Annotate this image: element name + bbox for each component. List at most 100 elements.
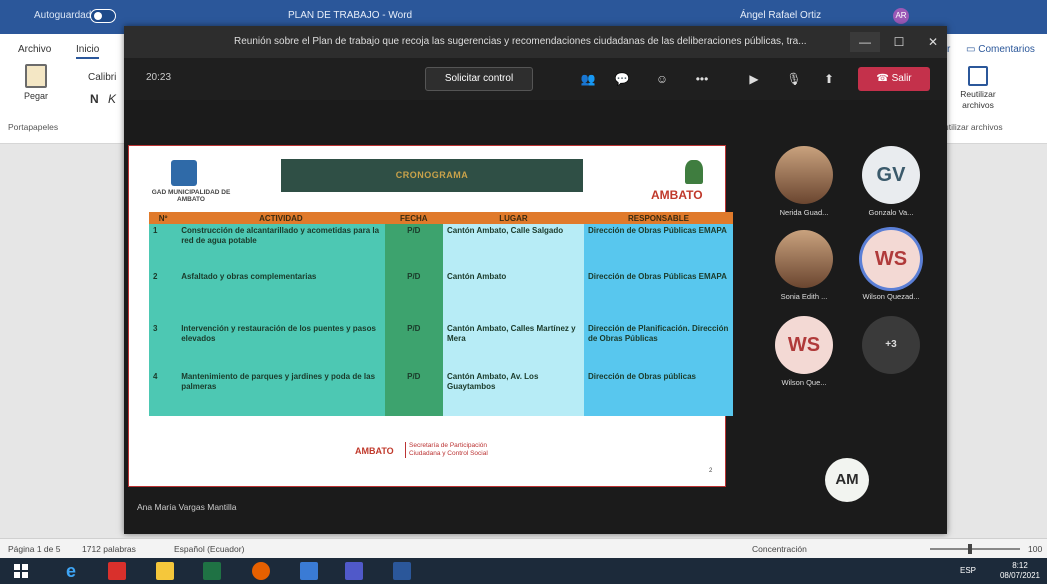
font-name-field[interactable]: Calibri bbox=[88, 72, 116, 83]
participant-initials: GV bbox=[862, 146, 920, 204]
presenter-name: Ana María Vargas Mantilla bbox=[137, 502, 237, 512]
row-activity: Asfaltado y obras complementarias bbox=[177, 270, 385, 322]
focus-mode-button[interactable]: Concentración bbox=[752, 544, 807, 554]
leave-label: Salir bbox=[891, 73, 912, 84]
footer-brand: AMBATO bbox=[355, 446, 394, 456]
row-place: Cantón Ambato, Av. Los Guaytambos bbox=[442, 370, 584, 416]
zoom-level[interactable]: 100 bbox=[1028, 544, 1042, 554]
acrobat-icon[interactable] bbox=[108, 562, 126, 580]
keyboard-language[interactable]: ESP bbox=[960, 566, 976, 575]
zoom-slider-thumb[interactable] bbox=[968, 544, 972, 554]
participant-tile[interactable]: GV Gonzalo Va... bbox=[852, 146, 930, 217]
autosave-toggle[interactable] bbox=[90, 9, 116, 23]
participant-tile[interactable]: WS Wilson Que... bbox=[768, 316, 840, 387]
row-date: P/D bbox=[384, 224, 443, 270]
clipboard-group-label: Portapapeles bbox=[8, 122, 59, 132]
slide-footer-logo: AMBATO Secretaría de Participación Ciuda… bbox=[335, 442, 488, 468]
row-place: Cantón Ambato, Calle Salgado bbox=[442, 224, 584, 270]
row-responsible: Dirección de Obras públicas bbox=[583, 370, 733, 416]
slide-page-number: 2 bbox=[709, 468, 713, 474]
row-place: Cantón Ambato, Calles Martínez y Mera bbox=[442, 322, 584, 370]
zoom-slider[interactable] bbox=[930, 548, 1020, 550]
user-avatar[interactable]: AR bbox=[893, 8, 909, 24]
clipboard-icon bbox=[25, 64, 47, 88]
participant-name: Nerida Guad... bbox=[779, 208, 829, 217]
meeting-timer: 20:23 bbox=[146, 72, 172, 83]
row-date: P/D bbox=[384, 370, 443, 416]
table-row: 1 Construcción de alcantarillado y acome… bbox=[149, 224, 733, 270]
reuse-files-button[interactable]: Reutilizar archivos bbox=[950, 66, 1006, 111]
participant-name: Gonzalo Va... bbox=[868, 208, 914, 217]
row-date: P/D bbox=[384, 322, 443, 370]
comments-button[interactable]: ▭ Comentarios bbox=[966, 44, 1035, 55]
tab-inicio[interactable]: Inicio bbox=[76, 44, 100, 59]
page-count[interactable]: Página 1 de 5 bbox=[8, 544, 60, 554]
participants-icon[interactable]: 👥 bbox=[580, 71, 596, 87]
paste-button[interactable]: Pegar bbox=[18, 64, 54, 114]
column-header: FECHA bbox=[384, 212, 443, 224]
table-row: 3 Intervención y restauración de los pue… bbox=[149, 322, 733, 370]
row-number: 3 bbox=[149, 322, 178, 370]
tab-archivo[interactable]: Archivo bbox=[18, 44, 51, 55]
row-responsible: Dirección de Obras Públicas EMAPA bbox=[583, 270, 733, 322]
more-participants-count: +3 bbox=[862, 316, 920, 374]
language-status[interactable]: Español (Ecuador) bbox=[174, 544, 244, 554]
chat-icon[interactable]: 💬 bbox=[614, 71, 630, 87]
paste-label: Pegar bbox=[23, 91, 49, 101]
reactions-icon[interactable]: ☺ bbox=[654, 71, 670, 87]
row-activity: Intervención y restauración de los puent… bbox=[177, 322, 385, 370]
share-screen-icon[interactable]: ⬆ bbox=[821, 71, 837, 87]
ambato-tree-logo-icon bbox=[685, 160, 703, 184]
row-date: P/D bbox=[384, 270, 443, 322]
reuse-group-label: utilizar archivos bbox=[944, 122, 1003, 132]
mic-off-icon[interactable]: 🎙 bbox=[786, 71, 802, 87]
column-header: ACTIVIDAD bbox=[177, 212, 385, 224]
italic-button[interactable]: K bbox=[108, 92, 116, 106]
close-icon[interactable]: ✕ bbox=[918, 32, 948, 52]
word-count[interactable]: 1712 palabras bbox=[82, 544, 136, 554]
participant-name: Wilson Que... bbox=[781, 378, 827, 387]
row-responsible: Dirección de Planificación. Dirección de… bbox=[583, 322, 733, 370]
self-video-tile[interactable]: AM bbox=[824, 458, 870, 502]
participant-initials: WS bbox=[775, 316, 833, 374]
windows-start-icon[interactable] bbox=[12, 562, 30, 580]
word-icon[interactable] bbox=[393, 562, 411, 580]
word-status-bar: Página 1 de 5 1712 palabras Español (Ecu… bbox=[0, 538, 1047, 558]
row-responsible: Dirección de Obras Públicas EMAPA bbox=[583, 224, 733, 270]
system-clock[interactable]: 8:12 08/07/2021 bbox=[995, 561, 1045, 581]
maximize-icon[interactable]: ☐ bbox=[884, 32, 914, 52]
row-activity: Mantenimiento de parques y jardines y po… bbox=[177, 370, 385, 416]
windows-taskbar: e ESP 8:12 08/07/2021 bbox=[0, 558, 1047, 584]
self-initials: AM bbox=[825, 458, 869, 502]
municipality-seal-icon bbox=[171, 160, 197, 186]
camera-off-icon[interactable]: ▶ bbox=[746, 71, 762, 87]
participant-name: Sonia Edith ... bbox=[780, 292, 828, 301]
participant-photo bbox=[775, 230, 833, 288]
row-place: Cantón Ambato bbox=[442, 270, 584, 322]
clock-time: 8:12 bbox=[1012, 561, 1028, 570]
more-options-icon[interactable]: ••• bbox=[694, 71, 710, 87]
internet-explorer-icon[interactable]: e bbox=[62, 562, 80, 580]
participant-tile[interactable]: Sonia Edith ... bbox=[768, 230, 840, 301]
participant-tile[interactable]: Nerida Guad... bbox=[768, 146, 840, 217]
row-number: 2 bbox=[149, 270, 178, 322]
row-number: 4 bbox=[149, 370, 178, 416]
user-name[interactable]: Ángel Rafael Ortiz bbox=[740, 10, 821, 21]
reuse-files-icon bbox=[968, 66, 988, 86]
bold-button[interactable]: N bbox=[90, 92, 99, 106]
participant-photo bbox=[775, 146, 833, 204]
table-row: 4 Mantenimiento de parques y jardines y … bbox=[149, 370, 733, 416]
firefox-icon[interactable] bbox=[252, 562, 270, 580]
participant-tile[interactable]: WS Wilson Quezad... bbox=[852, 230, 930, 301]
teams-icon[interactable] bbox=[345, 562, 363, 580]
request-control-button[interactable]: Solicitar control bbox=[425, 67, 533, 91]
meeting-toolbar: 20:23 Solicitar control 👥 💬 ☺ ••• ▶ 🎙 ⬆ … bbox=[124, 58, 947, 100]
minimize-icon[interactable]: — bbox=[850, 32, 880, 52]
leave-button[interactable]: ☎ Salir bbox=[858, 67, 930, 91]
excel-icon[interactable] bbox=[203, 562, 221, 580]
more-participants-button[interactable]: +3 bbox=[852, 316, 930, 374]
slide-org: GAD MUNICIPALIDAD DE AMBATO bbox=[151, 189, 231, 203]
participant-initials: WS bbox=[862, 230, 920, 288]
file-explorer-icon[interactable] bbox=[156, 562, 174, 580]
app-icon[interactable] bbox=[300, 562, 318, 580]
